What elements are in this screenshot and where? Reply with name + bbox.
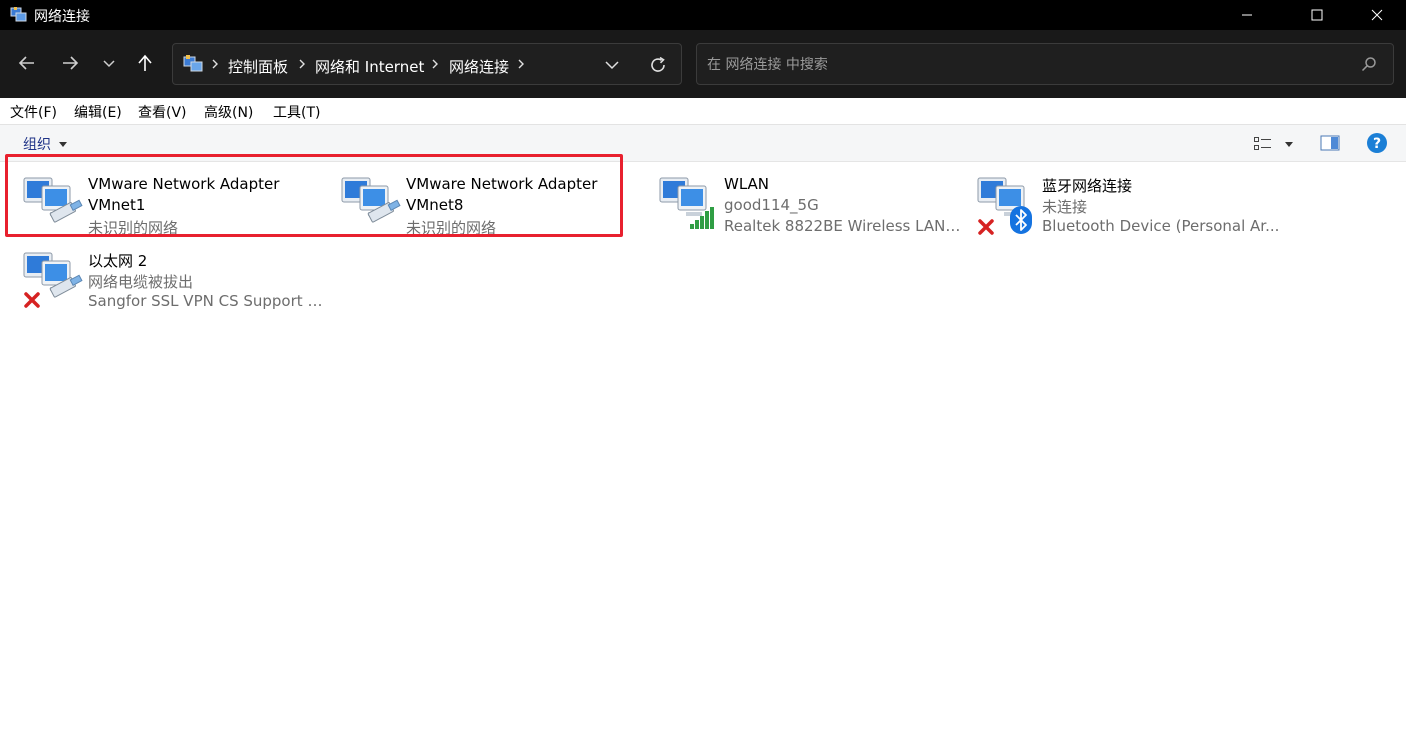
search-icon[interactable] (1361, 56, 1377, 72)
menu-file[interactable]: 文件(F) (10, 102, 57, 122)
refresh-icon (651, 56, 665, 72)
close-icon (1371, 9, 1383, 21)
preview-pane-icon (1320, 135, 1340, 151)
details-view-icon (1254, 137, 1271, 150)
menu-advanced[interactable]: 高级(N) (204, 102, 253, 122)
bluetooth-icon (1010, 206, 1032, 234)
highlight-box (5, 154, 623, 237)
svg-text:?: ? (1373, 136, 1381, 152)
organize-button[interactable]: 组织 (23, 134, 68, 154)
back-button[interactable] (11, 47, 43, 79)
breadcrumb-network-internet[interactable]: 网络和 Internet (315, 56, 424, 77)
breadcrumb-separator-icon (518, 59, 524, 69)
disconnected-x-icon (978, 219, 994, 235)
maximize-icon (1311, 9, 1323, 21)
title-bar: 网络连接 (0, 0, 1406, 30)
connection-status: 网络电缆被拔出 (88, 273, 194, 291)
breadcrumb-separator-icon (212, 59, 218, 69)
navigation-bar: 控制面板 网络和 Internet 网络连接 (0, 30, 1406, 98)
connection-network: good114_5G (724, 196, 819, 214)
disconnected-x-icon (24, 292, 40, 308)
address-history-dropdown[interactable] (601, 56, 623, 74)
help-button[interactable]: ? (1367, 133, 1387, 153)
search-box[interactable] (696, 43, 1394, 85)
address-bar[interactable]: 控制面板 网络和 Internet 网络连接 (172, 43, 682, 85)
recent-locations-button[interactable] (93, 47, 125, 79)
connection-device: Realtek 8822BE Wireless LAN ... (724, 217, 964, 235)
menu-tools[interactable]: 工具(T) (273, 102, 320, 122)
connection-item-ethernet2[interactable]: 以太网 2 网络电缆被拔出 Sangfor SSL VPN CS Support… (22, 251, 328, 321)
up-button[interactable] (129, 47, 161, 79)
connection-device: Sangfor SSL VPN CS Support S... (88, 292, 328, 310)
arrow-left-icon (18, 56, 34, 70)
signal-strength-icon (690, 207, 714, 229)
breadcrumb-control-panel[interactable]: 控制面板 (228, 56, 288, 77)
connection-status: 未连接 (1042, 198, 1088, 216)
window-title: 网络连接 (34, 9, 90, 25)
chevron-down-icon (605, 61, 619, 70)
refresh-button[interactable] (647, 55, 669, 75)
breadcrumb-separator-icon (299, 59, 305, 69)
forward-button[interactable] (54, 47, 86, 79)
connection-device: Bluetooth Device (Personal Ar... (1042, 217, 1280, 235)
preview-pane-button[interactable] (1320, 135, 1340, 151)
arrow-right-icon (63, 56, 79, 70)
connection-name: 蓝牙网络连接 (1042, 177, 1133, 195)
menu-view[interactable]: 查看(V) (138, 102, 187, 122)
help-icon: ? (1367, 133, 1387, 153)
connection-item-wlan[interactable]: WLAN good114_5G Realtek 8822BE Wireless … (658, 175, 964, 246)
menu-edit[interactable]: 编辑(E) (74, 102, 122, 122)
connection-name: WLAN (724, 175, 770, 193)
connection-item-bluetooth[interactable]: 蓝牙网络连接 未连接 Bluetooth Device (Personal Ar… (976, 176, 1279, 246)
network-connections-app-icon (10, 7, 27, 22)
minimize-button[interactable] (1224, 0, 1270, 30)
menu-bar: 文件(F) 编辑(E) 查看(V) 高级(N) 工具(T) (0, 98, 1406, 124)
close-button[interactable] (1354, 0, 1400, 30)
connection-name: 以太网 2 (88, 252, 148, 270)
search-input[interactable] (705, 53, 1349, 77)
maximize-button[interactable] (1294, 0, 1340, 30)
change-view-button[interactable] (1250, 134, 1296, 154)
caret-down-icon (1285, 142, 1293, 147)
arrow-up-icon (138, 54, 152, 71)
breadcrumb-network-connections[interactable]: 网络连接 (449, 56, 509, 77)
chevron-down-icon (103, 60, 115, 68)
caret-down-icon (59, 142, 68, 147)
organize-label: 组织 (23, 137, 51, 153)
breadcrumb-separator-icon (432, 59, 438, 69)
control-panel-icon (183, 55, 203, 72)
minimize-icon (1242, 14, 1252, 16)
